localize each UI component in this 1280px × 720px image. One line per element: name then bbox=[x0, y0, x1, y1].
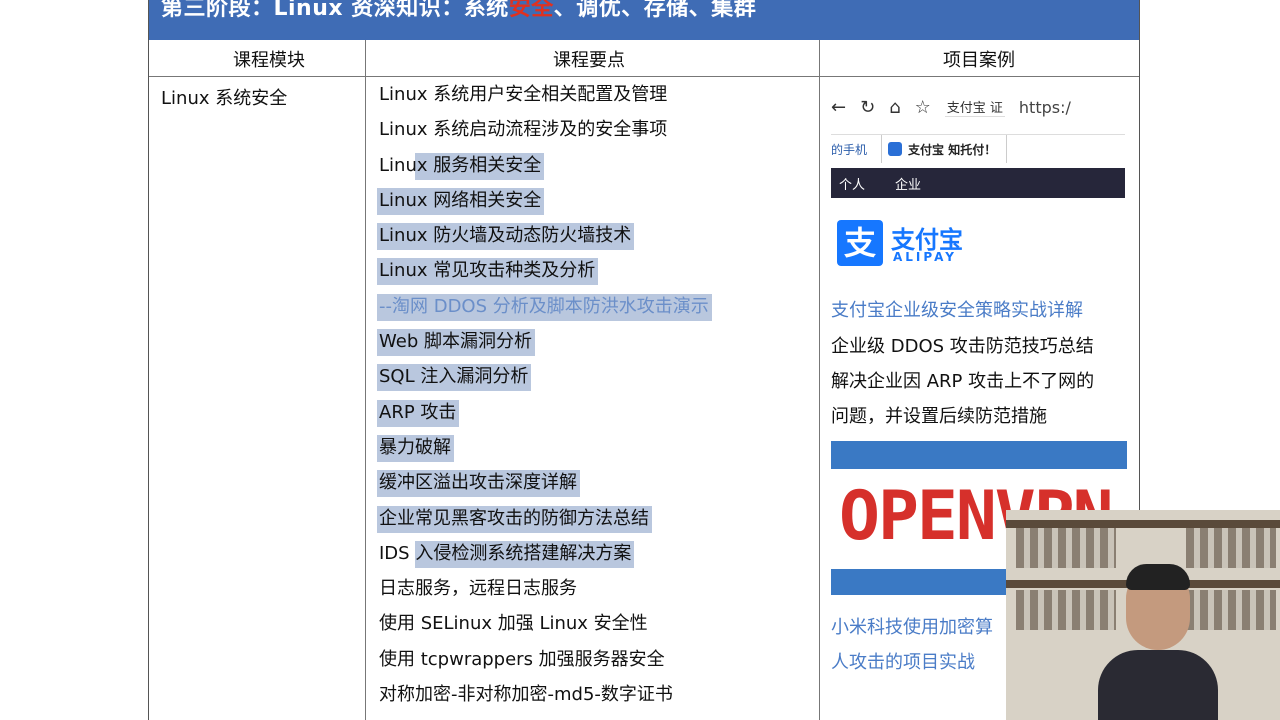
case-item: 企业级 DDOS 攻击防范技巧总结 bbox=[831, 336, 1094, 357]
shelf bbox=[1006, 520, 1280, 528]
course-point-text: SQL 注入漏洞分析 bbox=[377, 364, 532, 392]
alipay-logo-mark: 支 bbox=[837, 220, 883, 266]
course-point: 企业常见黑客攻击的防御方法总结 bbox=[377, 504, 817, 539]
course-point-text: Linux 防火墙及动态防火墙技术 bbox=[377, 223, 635, 251]
alipay-logo: 支 支付宝 ALIPAY bbox=[837, 218, 977, 268]
course-point: Web 脚本漏洞分析 bbox=[377, 327, 817, 362]
case-item: 支付宝企业级安全策略实战详解 bbox=[831, 300, 1083, 321]
course-point-text: Linux 网络相关安全 bbox=[377, 187, 545, 215]
course-point-text: Linux 系统启动流程涉及的安全事项 bbox=[379, 119, 668, 141]
course-point-text: Linux 服务相关安全 bbox=[377, 152, 545, 180]
case-item: 解决企业因 ARP 攻击上不了网的 bbox=[831, 371, 1095, 392]
star-icon: ☆ bbox=[914, 96, 931, 118]
books bbox=[1016, 528, 1116, 568]
browser-toolbar: ← ↻ ⌂ ☆ 支付宝 证 https:/ bbox=[831, 94, 1125, 120]
browser-tab: 的手机 bbox=[831, 142, 868, 157]
course-point: SQL 注入漏洞分析 bbox=[377, 362, 817, 397]
case-item: 人攻击的项目实战 bbox=[831, 652, 975, 673]
site-label: 支付宝 证 bbox=[944, 97, 1005, 117]
course-point-text: 暴力破解 bbox=[377, 434, 454, 462]
course-point-text: 对称加密-非对称加密-md5-数字证书 bbox=[379, 684, 673, 706]
browser-screenshot: ← ↻ ⌂ ☆ 支付宝 证 https:/ 的手机 支付宝 知托付！ 个人 企业 bbox=[831, 90, 1125, 210]
column-divider bbox=[365, 40, 366, 720]
nav-personal: 个人 bbox=[839, 177, 866, 193]
back-arrow-icon: ← bbox=[831, 96, 847, 118]
presenter-hair bbox=[1126, 564, 1190, 590]
course-point-text: 企业常见黑客攻击的防御方法总结 bbox=[377, 505, 652, 533]
course-point-text: ARP 攻击 bbox=[377, 399, 460, 427]
course-point-text: IDS 入侵检测系统搭建解决方案 bbox=[377, 540, 635, 568]
course-points-list[interactable]: Linux 系统用户安全相关配置及管理 Linux 系统启动流程涉及的安全事项 Li… bbox=[377, 80, 817, 715]
course-point: 对称加密-非对称加密-md5-数字证书 bbox=[377, 680, 817, 715]
course-point-text: Linux 常见攻击种类及分析 bbox=[377, 258, 599, 286]
browser-tab-active: 支付宝 知托付！ bbox=[881, 135, 1008, 163]
home-icon: ⌂ bbox=[889, 96, 901, 118]
course-point-text: --淘网 DDOS 分析及脚本防洪水攻击演示 bbox=[377, 293, 712, 321]
site-nav-bar: 个人 企业 bbox=[831, 168, 1125, 198]
course-point-text: Web 脚本漏洞分析 bbox=[377, 329, 535, 357]
course-point: Linux 服务相关安全 bbox=[377, 151, 817, 186]
nav-enterprise: 企业 bbox=[895, 177, 922, 193]
stage-title-highlight: 安全 bbox=[508, 0, 554, 21]
alipay-logo-en: ALIPAY bbox=[893, 250, 957, 264]
reload-icon: ↻ bbox=[860, 96, 876, 118]
books bbox=[1186, 528, 1276, 568]
course-point: 缓冲区溢出攻击深度详解 bbox=[377, 468, 817, 503]
course-point: 暴力破解 bbox=[377, 433, 817, 468]
course-point: 使用 SELinux 加强 Linux 安全性 bbox=[377, 609, 817, 644]
course-point: IDS 入侵检测系统搭建解决方案 bbox=[377, 539, 817, 574]
course-point: 使用 tcpwrappers 加强服务器安全 bbox=[377, 645, 817, 680]
presenter-body bbox=[1098, 650, 1218, 720]
course-point: 日志服务，远程日志服务 bbox=[377, 574, 817, 609]
case-item: 小米科技使用加密算 bbox=[831, 617, 993, 638]
webcam-overlay bbox=[1006, 510, 1280, 720]
stage-title-prefix: 第三阶段：Linux 资深知识：系统 bbox=[161, 0, 509, 21]
course-point: Linux 网络相关安全 bbox=[377, 186, 817, 221]
header-divider bbox=[149, 76, 1139, 77]
module-name: Linux 系统安全 bbox=[161, 88, 288, 109]
course-point: --淘网 DDOS 分析及脚本防洪水攻击演示 bbox=[377, 292, 817, 327]
url-text: https:/ bbox=[1018, 97, 1071, 117]
course-point: ARP 攻击 bbox=[377, 398, 817, 433]
document-page: 第三阶段：Linux 资深知识：系统安全、调优、存储、集群 课程模块 课程要点 … bbox=[148, 0, 1140, 720]
presenter bbox=[1098, 564, 1218, 720]
course-point-text: 使用 SELinux 加强 Linux 安全性 bbox=[379, 613, 648, 635]
course-point-text: 缓冲区溢出攻击深度详解 bbox=[377, 470, 580, 498]
header-module: 课程模块 bbox=[233, 50, 305, 71]
case-item: 问题，并设置后续防范措施 bbox=[831, 406, 1047, 427]
stage-banner: 第三阶段：Linux 资深知识：系统安全、调优、存储、集群 bbox=[149, 0, 1139, 40]
course-point: Linux 系统用户安全相关配置及管理 bbox=[377, 80, 817, 115]
course-point: Linux 防火墙及动态防火墙技术 bbox=[377, 221, 817, 256]
course-point: Linux 常见攻击种类及分析 bbox=[377, 256, 817, 291]
stage-title-suffix: 、调优、存储、集群 bbox=[553, 0, 757, 21]
course-point-text: 使用 tcpwrappers 加强服务器安全 bbox=[379, 648, 665, 670]
favicon-icon bbox=[888, 142, 903, 156]
stage-title: 第三阶段：Linux 资深知识：系统安全、调优、存储、集群 bbox=[161, 0, 756, 22]
course-point: Linux 系统启动流程涉及的安全事项 bbox=[377, 115, 817, 150]
browser-tabs: 的手机 支付宝 知托付！ bbox=[831, 134, 1125, 163]
course-point-text: 日志服务，远程日志服务 bbox=[379, 578, 577, 600]
column-divider bbox=[819, 40, 820, 720]
header-cases: 项目案例 bbox=[943, 50, 1015, 71]
header-points: 课程要点 bbox=[553, 50, 625, 71]
browser-tab-label: 支付宝 知托付！ bbox=[908, 142, 997, 157]
course-point-text: Linux 系统用户安全相关配置及管理 bbox=[379, 84, 668, 105]
